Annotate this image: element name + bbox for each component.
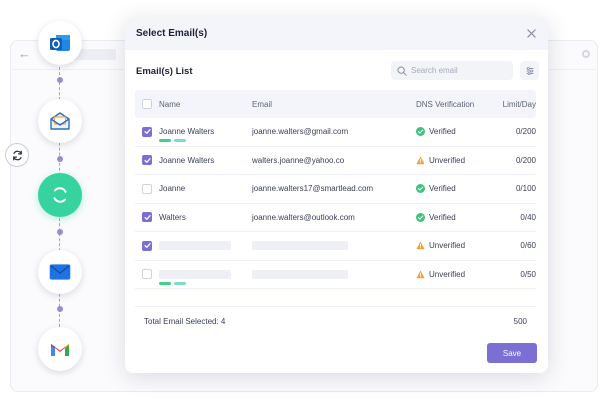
emails-table: Name Email DNS Verification Limit/Day Jo… — [135, 90, 536, 289]
table-row[interactable]: Joanne joanne.walters17@smartlead.com Veri… — [135, 175, 536, 204]
total-limit: 500 — [513, 317, 527, 326]
footer-divider — [135, 306, 536, 307]
dns-status: Verified — [429, 184, 456, 194]
tag — [174, 139, 186, 143]
row-name: Joanne Walters — [159, 127, 215, 137]
header-name: Name — [159, 99, 181, 109]
check-icon — [143, 129, 151, 135]
outlook-logo — [38, 21, 82, 65]
footer-summary: Total Email Selected: 4 500 — [144, 317, 527, 326]
dns-status: Unverified — [429, 155, 466, 165]
search-icon — [397, 66, 407, 76]
row-checkbox[interactable] — [142, 126, 152, 137]
filter-icon — [526, 66, 533, 75]
header-dns: DNS Verification — [416, 99, 475, 109]
table-row[interactable]: Walters joanne.walters@outlook.com Verifie… — [135, 204, 536, 232]
row-limit: 0/40 — [520, 212, 536, 222]
table-header: Name Email DNS Verification Limit/Day — [135, 90, 536, 118]
open-mail-icon — [38, 99, 82, 143]
table-row[interactable]: Unverified 0/60 — [135, 232, 536, 261]
tag — [174, 281, 186, 285]
sync-icon — [38, 173, 82, 217]
warning-icon — [416, 241, 425, 250]
select-all-checkbox[interactable] — [142, 99, 152, 109]
name-placeholder — [159, 241, 231, 251]
refresh-button[interactable] — [5, 143, 29, 167]
dns-status: Unverified — [429, 241, 466, 251]
filter-button[interactable] — [520, 61, 539, 80]
header-limit: Limit/Day — [502, 99, 536, 109]
save-button[interactable]: Save — [487, 343, 537, 363]
warning-icon — [416, 156, 425, 165]
mail-icon — [38, 250, 82, 294]
dns-status: Unverified — [429, 269, 466, 279]
row-checkbox[interactable] — [142, 240, 152, 251]
row-tags — [159, 139, 186, 143]
row-email: joanne.walters17@smartlead.com — [252, 184, 374, 194]
refresh-icon — [12, 150, 22, 160]
row-name: Joanne — [159, 184, 186, 194]
close-icon — [526, 28, 536, 38]
search-box[interactable] — [391, 61, 513, 80]
dns-status: Verified — [429, 212, 456, 222]
row-checkbox[interactable] — [142, 183, 152, 194]
table-row[interactable]: Joanne Walters joanne.walters@gmail.com Ve… — [135, 118, 536, 147]
total-selected-label: Total Email Selected: 4 — [144, 317, 226, 326]
table-row[interactable]: Unverified 0/50 — [135, 261, 536, 289]
flow-pip — [56, 229, 63, 235]
select-emails-modal: Select Email(s) Email(s) List Name Email… — [125, 17, 548, 373]
row-name: Joanne Walters — [159, 155, 215, 165]
row-email: walters.joanne@yahoo.co — [252, 155, 345, 165]
row-checkbox[interactable] — [142, 155, 152, 166]
check-icon — [143, 243, 151, 249]
verified-icon — [416, 127, 425, 137]
table-row[interactable]: Joanne Walters walters.joanne@yahoo.co Unv… — [135, 147, 536, 175]
row-checkbox[interactable] — [142, 212, 152, 223]
modal-title: Select Email(s) — [136, 28, 208, 39]
verified-icon — [416, 184, 425, 194]
list-title: Email(s) List — [136, 66, 193, 77]
header-email: Email — [252, 99, 273, 109]
verified-icon — [416, 212, 425, 222]
tag — [159, 139, 171, 143]
row-checkbox[interactable] — [142, 269, 152, 280]
email-placeholder — [252, 241, 348, 251]
background-indicator — [582, 50, 590, 58]
check-icon — [143, 157, 151, 163]
row-email: joanne.walters@gmail.com — [252, 127, 349, 137]
row-limit: 0/100 — [515, 184, 536, 194]
row-tags — [159, 281, 186, 285]
warning-icon — [416, 270, 425, 279]
email-placeholder — [252, 269, 348, 279]
row-limit: 0/200 — [515, 155, 536, 165]
row-limit: 0/50 — [520, 269, 536, 279]
row-email: joanne.walters@outlook.com — [252, 212, 355, 222]
row-limit: 0/60 — [520, 241, 536, 251]
back-arrow-icon[interactable]: ← — [18, 47, 31, 61]
gmail-logo — [38, 327, 82, 371]
tag — [159, 281, 171, 285]
flow-pip — [56, 77, 63, 83]
check-icon — [143, 214, 151, 220]
row-name: Walters — [159, 212, 186, 222]
row-limit: 0/200 — [515, 127, 536, 137]
modal-header: Select Email(s) — [125, 17, 548, 50]
flow-pip — [56, 156, 63, 162]
name-placeholder — [159, 269, 231, 279]
close-button[interactable] — [524, 26, 538, 40]
dns-status: Verified — [429, 127, 456, 137]
search-input[interactable] — [411, 66, 501, 75]
flow-pip — [56, 306, 63, 312]
